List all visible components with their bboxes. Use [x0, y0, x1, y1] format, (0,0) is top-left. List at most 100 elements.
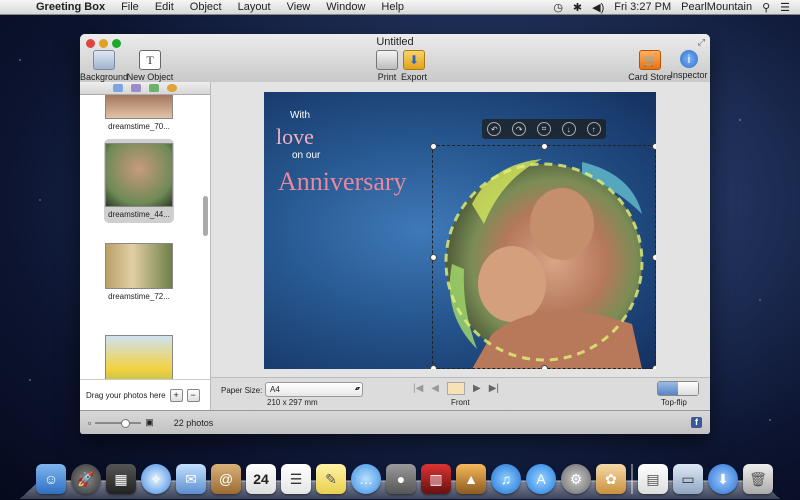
iphoto-icon[interactable]: ▲	[456, 464, 486, 494]
card-text-on-our[interactable]: on our	[292, 150, 320, 161]
tab-clipart-icon[interactable]	[131, 84, 141, 92]
user-menu[interactable]: PearlMountain	[681, 1, 752, 13]
photo-count: 22 photos	[173, 417, 214, 428]
info-icon: i	[680, 50, 698, 68]
app-store-icon[interactable]: A	[526, 464, 556, 494]
resize-handle[interactable]	[430, 365, 437, 369]
menu-edit[interactable]: Edit	[147, 1, 182, 13]
menu-help[interactable]: Help	[373, 1, 412, 13]
resize-handle[interactable]	[652, 365, 656, 369]
notifications-icon[interactable]: ☰	[780, 1, 790, 14]
facetime-icon[interactable]: ●	[386, 464, 416, 494]
photo-thumbnail	[105, 143, 173, 207]
list-item[interactable]: dreamstime_72...	[104, 243, 174, 301]
page-controls: Paper Size: A4 210 x 297 mm |◀ ◀ ▶ ▶| Fr…	[211, 377, 710, 411]
photo-thumbnail	[105, 335, 173, 380]
rotate-left-icon[interactable]: ↶	[487, 122, 502, 136]
thumbnail-list: dreamstime_70... dreamstime_44... dreams…	[80, 95, 202, 380]
first-page-icon[interactable]: |◀	[413, 383, 423, 394]
menu-window[interactable]: Window	[318, 1, 373, 13]
fullscreen-icon[interactable]: ⤢	[698, 37, 705, 48]
document-icon[interactable]: ▤	[638, 464, 668, 494]
tab-shapes-icon[interactable]	[167, 84, 177, 92]
greeting-card[interactable]: With love on our Anniversary ↶ ↷ ⌗ ↓ ↑	[264, 92, 656, 369]
photo-thumbnail	[105, 95, 173, 119]
rotate-right-icon[interactable]: ↷	[512, 122, 527, 136]
time-machine-icon[interactable]: ◷	[553, 1, 563, 14]
contacts-icon[interactable]: @	[211, 464, 241, 494]
list-item[interactable]	[104, 335, 174, 380]
resize-handle[interactable]	[430, 143, 437, 150]
bring-forward-icon[interactable]: ↑	[586, 122, 601, 136]
reminders-icon[interactable]: ☰	[281, 464, 311, 494]
messages-icon[interactable]: …	[351, 464, 381, 494]
thumbnail-size-control: ▫ ▣	[88, 417, 154, 428]
greeting-box-icon[interactable]: ✿	[596, 464, 626, 494]
safari-icon[interactable]: ✧	[141, 464, 171, 494]
spotlight-icon[interactable]: ⚲	[762, 1, 770, 14]
menu-layout[interactable]: Layout	[230, 1, 279, 13]
launchpad-icon[interactable]: 🚀	[71, 464, 101, 494]
tab-photos-icon[interactable]	[113, 84, 123, 92]
top-flip-option[interactable]	[658, 382, 678, 395]
inspector-button[interactable]: i Inspector	[665, 50, 710, 80]
list-item-selected[interactable]: dreamstime_44...	[104, 139, 174, 223]
title-bar: Untitled ⤢ Background T New Object Print…	[80, 34, 710, 83]
calendar-icon[interactable]: 24	[246, 464, 276, 494]
card-text-with[interactable]: With	[290, 110, 310, 121]
notes-icon[interactable]: ✎	[316, 464, 346, 494]
page-navigator: |◀ ◀ ▶ ▶|	[413, 382, 499, 395]
crop-icon[interactable]: ⌗	[536, 122, 551, 136]
app-window: Untitled ⤢ Background T New Object Print…	[80, 34, 710, 434]
menu-view[interactable]: View	[279, 1, 319, 13]
volume-icon[interactable]: ◀)	[592, 1, 604, 14]
downloads-stack-icon[interactable]: ⬇	[708, 464, 738, 494]
photo-booth-icon[interactable]: ▥	[421, 464, 451, 494]
resize-handle[interactable]	[652, 143, 656, 150]
trash-icon[interactable]: 🗑	[743, 464, 773, 494]
mail-icon[interactable]: ✉	[176, 464, 206, 494]
shopping-cart-icon: 🛒	[639, 50, 661, 70]
menu-file[interactable]: File	[113, 1, 147, 13]
mission-control-icon[interactable]: ▦	[106, 464, 136, 494]
resize-handle[interactable]	[541, 143, 548, 150]
export-button[interactable]: ⬇ Export	[390, 50, 438, 82]
front-page-thumbnail[interactable]	[447, 382, 465, 395]
tab-backgrounds-icon[interactable]	[149, 84, 159, 92]
send-backward-icon[interactable]: ↓	[561, 122, 576, 136]
preview-icon[interactable]: ▭	[673, 464, 703, 494]
new-object-button[interactable]: T New Object	[126, 50, 174, 82]
resize-handle[interactable]	[430, 254, 437, 261]
remove-photo-button[interactable]: −	[186, 388, 200, 402]
menu-object[interactable]: Object	[182, 1, 230, 13]
app-menu[interactable]: Greeting Box	[28, 1, 113, 13]
card-text-love[interactable]: love	[276, 124, 314, 150]
last-page-icon[interactable]: ▶|	[489, 383, 499, 394]
menu-bar: Greeting Box File Edit Object Layout Vie…	[0, 0, 800, 15]
clock[interactable]: Fri 3:27 PM	[614, 1, 671, 13]
background-button[interactable]: Background	[80, 50, 128, 82]
flip-toggle[interactable]	[657, 381, 699, 396]
system-preferences-icon[interactable]: ⚙	[561, 464, 591, 494]
facebook-icon[interactable]: f	[691, 417, 702, 428]
small-thumbnail-icon: ▫	[88, 417, 92, 428]
side-flip-option[interactable]	[678, 382, 698, 395]
itunes-icon[interactable]: ♫	[491, 464, 521, 494]
sidebar-scrollbar[interactable]	[203, 96, 208, 379]
export-icon: ⬇	[403, 50, 425, 70]
resize-handle[interactable]	[652, 254, 656, 261]
card-text-anniversary[interactable]: Anniversary	[278, 167, 407, 197]
large-thumbnail-icon: ▣	[145, 417, 154, 427]
list-item[interactable]: dreamstime_70...	[104, 95, 174, 131]
finder-icon[interactable]: ☺	[36, 464, 66, 494]
thumbnail-size-slider[interactable]	[95, 418, 142, 428]
bluetooth-icon[interactable]: ✱	[573, 1, 582, 14]
dock: ☺ 🚀 ▦ ✧ ✉ @ 24 ☰ ✎ … ● ▥ ▲ ♫ A ⚙ ✿ ▤ ▭ ⬇…	[20, 452, 780, 500]
next-page-icon[interactable]: ▶	[473, 383, 481, 394]
resize-handle[interactable]	[541, 365, 548, 369]
paper-size-label: Paper Size:	[221, 386, 263, 395]
paper-size-select[interactable]: A4	[265, 382, 363, 397]
previous-page-icon[interactable]: ◀	[431, 383, 439, 394]
add-photo-button[interactable]: +	[169, 388, 183, 402]
sidebar-tabs	[80, 82, 210, 95]
